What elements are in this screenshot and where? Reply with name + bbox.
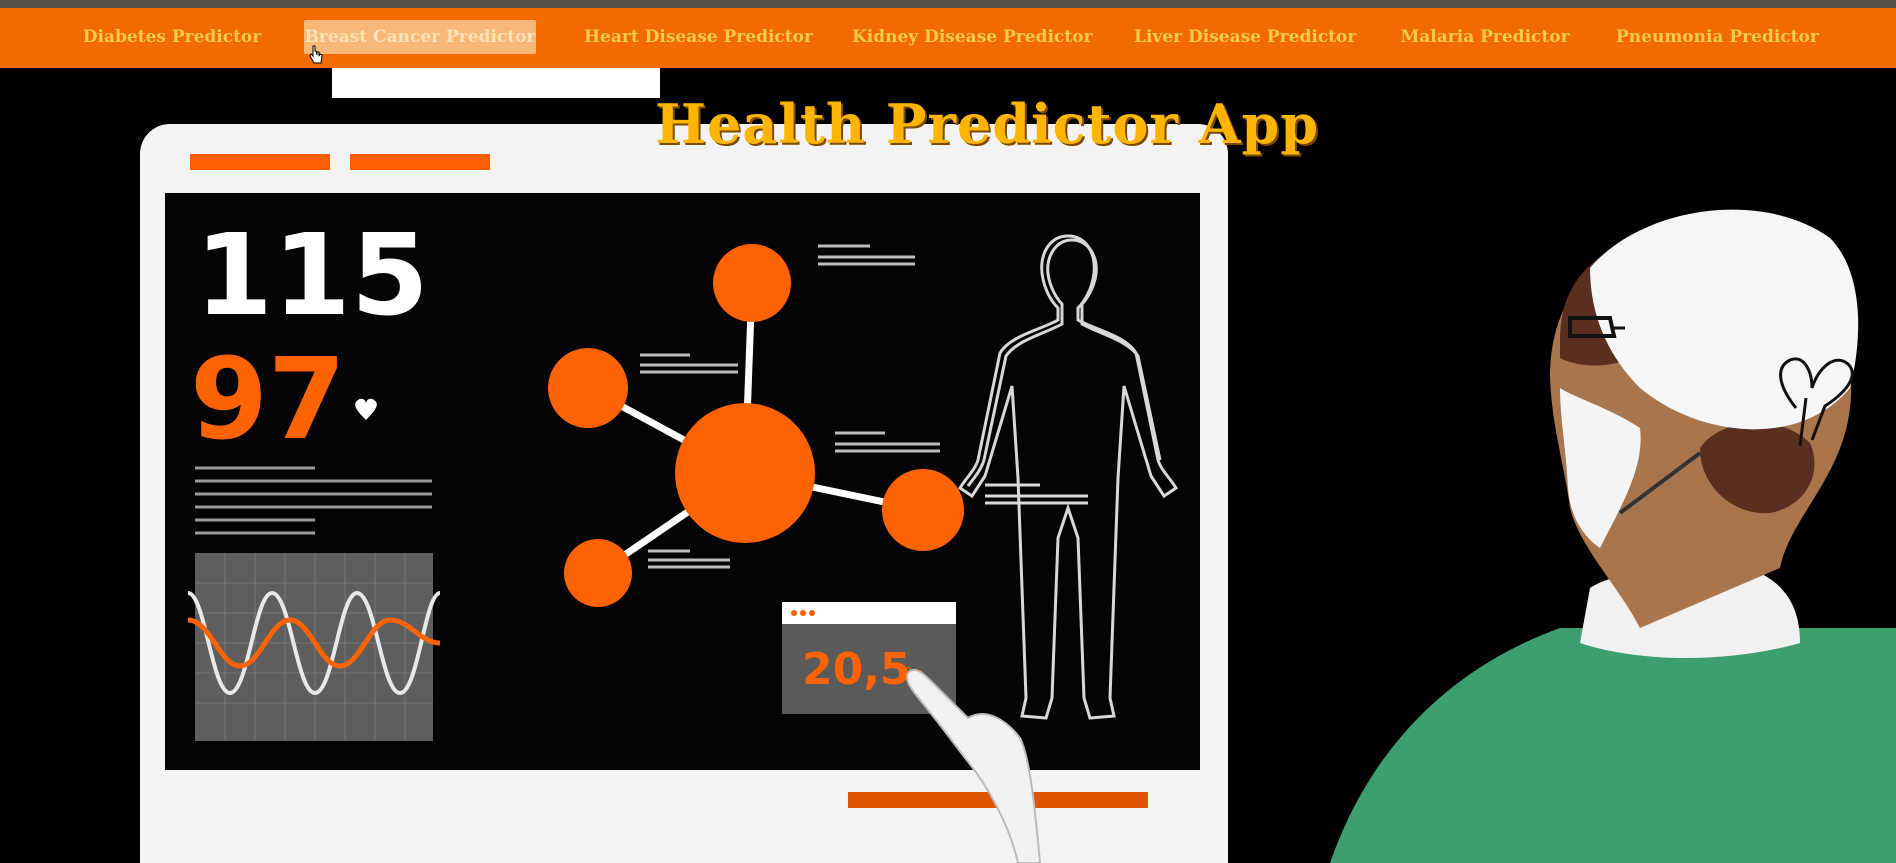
screen-reading-secondary: 97	[190, 335, 346, 465]
top-navbar: Diabetes Predictor Breast Cancer Predict…	[0, 8, 1896, 68]
doctor-scrubs	[1330, 628, 1896, 863]
doctor-illustration	[1330, 209, 1896, 863]
nav-heart-disease-predictor[interactable]: Heart Disease Predictor	[584, 20, 813, 54]
nav-breast-cancer-predictor[interactable]: Breast Cancer Predictor	[304, 20, 536, 54]
hero-illustration: 115 97 20,5	[140, 68, 1896, 863]
nav-malaria-predictor[interactable]: Malaria Predictor	[1400, 20, 1570, 54]
window-top-strip	[0, 0, 1896, 8]
nav-liver-disease-predictor[interactable]: Liver Disease Predictor	[1134, 20, 1356, 54]
temperature-value: 20,5	[802, 644, 911, 695]
monitor-top-tab	[332, 68, 660, 98]
app-title: Health Predictor App	[655, 92, 1320, 156]
nav-kidney-disease-predictor[interactable]: Kidney Disease Predictor	[852, 20, 1092, 54]
screen-reading-primary: 115	[195, 211, 429, 341]
waveform-panel	[187, 553, 441, 741]
hand-cursor-icon	[309, 45, 323, 64]
nav-pneumonia-predictor[interactable]: Pneumonia Predictor	[1616, 20, 1819, 54]
nav-diabetes-predictor[interactable]: Diabetes Predictor	[82, 20, 262, 54]
